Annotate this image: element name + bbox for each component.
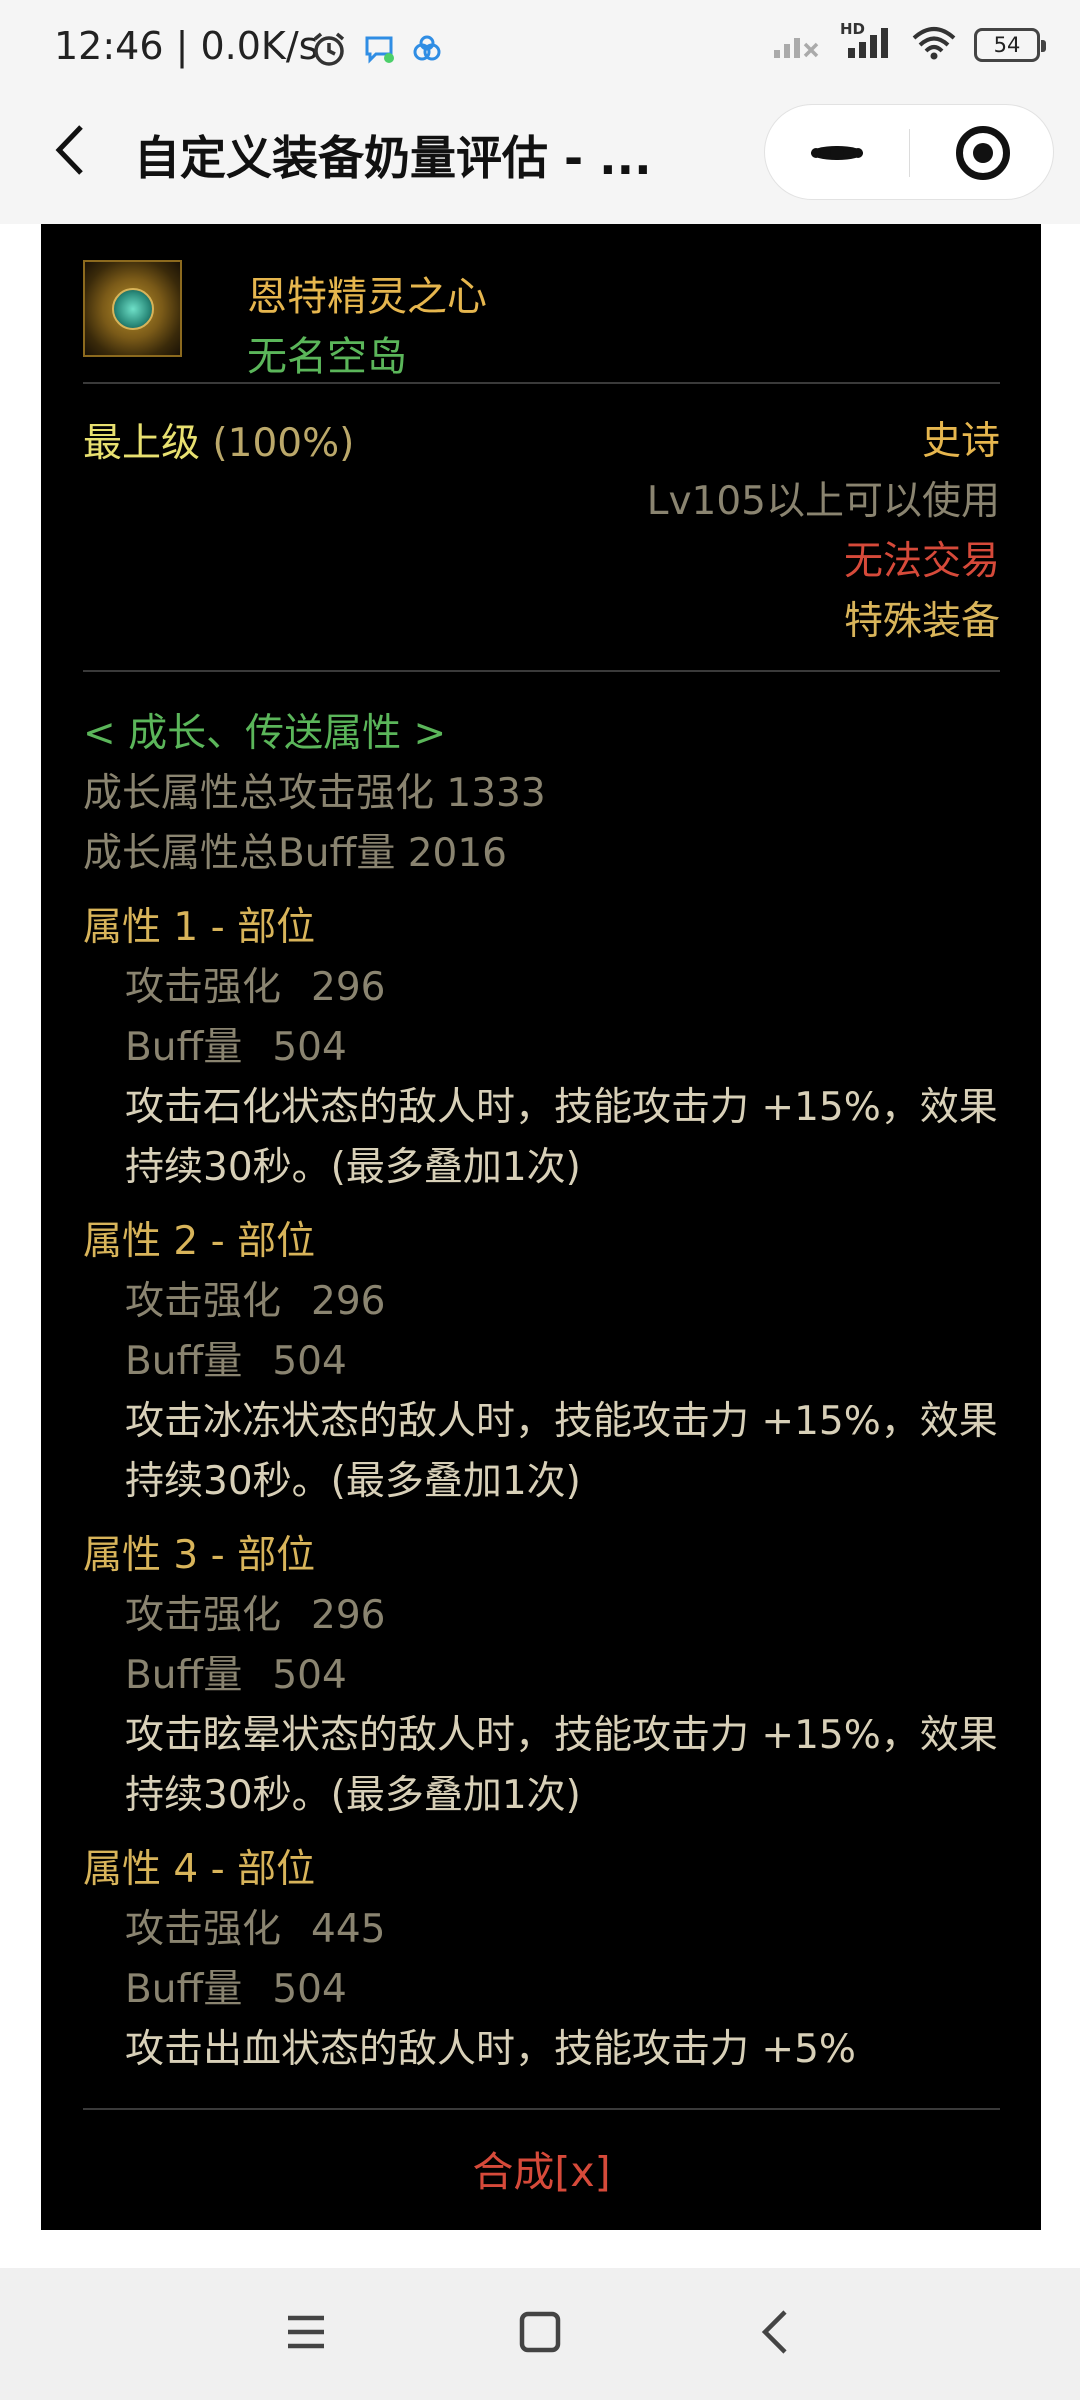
recents-button[interactable] (274, 2302, 338, 2366)
buff-value: 504 (272, 1967, 347, 2012)
tier-label: 最上级 (100%) (83, 412, 354, 468)
more-button[interactable] (765, 105, 909, 201)
cloud-app-icon (410, 32, 444, 70)
growth-total-buff: 成长属性总Buff量 2016 (83, 831, 507, 876)
synthesis-button[interactable]: 合成[x] (83, 2138, 1000, 2198)
buff-value: 504 (272, 1025, 347, 1070)
system-nav-bar (0, 2268, 1080, 2400)
signal-x-icon (772, 26, 822, 64)
attribute-description: 攻击出血状态的敌人时，技能攻击力 +5% (125, 2027, 856, 2072)
back-arrow-icon (53, 123, 87, 181)
back-chevron-icon (757, 2308, 791, 2360)
tier-section: 最上级 (100%) 史诗 Lv105以上可以使用 无法交易 特殊装备 (83, 384, 1000, 670)
menu-icon (284, 2312, 328, 2356)
attack-label: 攻击强化 (125, 1907, 282, 1952)
attack-label: 攻击强化 (125, 1593, 282, 1638)
item-meta: 史诗 Lv105以上可以使用 无法交易 特殊装备 (647, 412, 1000, 652)
status-icons-left (310, 30, 444, 72)
attribute-title: 属性 1 - 部位 (83, 905, 316, 950)
status-bar: 12:46 | 0.0K/s HD 54 (0, 0, 1080, 100)
chat-bubble-icon (362, 32, 396, 70)
buff-label: Buff量 (125, 1339, 243, 1384)
back-button[interactable] (42, 124, 98, 180)
attribute-buff: Buff量 504 (83, 1646, 1000, 1706)
status-time: 12:46 | 0.0K/s (54, 24, 319, 68)
buff-label: Buff量 (125, 1653, 243, 1698)
attribute-description: 攻击眩晕状态的敌人时，技能攻击力 +15%，效果持续30秒。(最多叠加1次) (125, 1713, 998, 1818)
item-name: 恩特精灵之心 (247, 274, 487, 320)
item-header: 恩特精灵之心 无名空岛 (83, 260, 1000, 382)
level-requirement: Lv105以上可以使用 (646, 479, 1000, 524)
attribute-buff: Buff量 504 (83, 1960, 1000, 2020)
more-dots-icon (811, 146, 863, 160)
attribute-title: 属性 3 - 部位 (83, 1533, 316, 1578)
battery-icon: 54 (974, 28, 1046, 62)
home-button[interactable] (508, 2302, 572, 2366)
close-miniapp-button[interactable] (910, 105, 1055, 201)
attack-value: 296 (311, 965, 386, 1010)
attack-value: 445 (311, 1907, 386, 1952)
status-icons-right: HD 54 (772, 20, 1046, 64)
item-emblem-icon (83, 260, 182, 357)
battery-level: 54 (993, 33, 1021, 57)
target-close-icon (955, 126, 1010, 180)
attribute-description: 攻击石化状态的敌人时，技能攻击力 +15%，效果持续30秒。(最多叠加1次) (125, 1085, 998, 1190)
page-title: 自定义装备奶量评估 - ... (134, 131, 652, 185)
home-square-icon (518, 2310, 562, 2358)
buff-value: 504 (272, 1339, 347, 1384)
item-type: 特殊装备 (843, 599, 1000, 644)
hd-badge: HD (840, 20, 866, 38)
attack-value: 296 (311, 1279, 386, 1324)
buff-value: 504 (272, 1653, 347, 1698)
divider (83, 2108, 1000, 2110)
system-back-button[interactable] (742, 2302, 806, 2366)
attribute-attack: 攻击强化 445 (83, 1900, 1000, 1960)
attack-value: 296 (311, 1593, 386, 1638)
alarm-icon (310, 30, 348, 72)
attribute-title: 属性 2 - 部位 (83, 1219, 316, 1264)
nav-bar: 自定义装备奶量评估 - ... (0, 100, 1080, 224)
attack-label: 攻击强化 (125, 1279, 282, 1324)
rarity-label: 史诗 (921, 419, 1000, 464)
trade-status: 无法交易 (843, 539, 1000, 584)
wifi-icon (912, 26, 956, 64)
signal-hd-icon: HD (840, 20, 894, 64)
capsule-menu (764, 104, 1054, 200)
attribute-title: 属性 4 - 部位 (83, 1847, 316, 1892)
attribute-buff: Buff量 504 (83, 1332, 1000, 1392)
buff-label: Buff量 (125, 1025, 243, 1070)
buff-label: Buff量 (125, 1967, 243, 2012)
tier-name: 最上级 (83, 421, 201, 466)
item-source: 无名空岛 (247, 334, 407, 380)
attribute-description: 攻击冰冻状态的敌人时，技能攻击力 +15%，效果持续30秒。(最多叠加1次) (125, 1399, 998, 1504)
attribute-attack: 攻击强化 296 (83, 1272, 1000, 1332)
attribute-attack: 攻击强化 296 (83, 1586, 1000, 1646)
attribute-attack: 攻击强化 296 (83, 958, 1000, 1018)
tier-percent: (100%) (212, 421, 355, 466)
growth-section: < 成长、传送属性 > 成长属性总攻击强化 1333 成长属性总Buff量 20… (83, 672, 1000, 2080)
attribute-buff: Buff量 504 (83, 1018, 1000, 1078)
item-card: 恩特精灵之心 无名空岛 最上级 (100%) 史诗 Lv105以上可以使用 无法… (41, 224, 1041, 2230)
attack-label: 攻击强化 (125, 965, 282, 1010)
growth-total-attack: 成长属性总攻击强化 1333 (83, 771, 546, 816)
growth-title: < 成长、传送属性 > (83, 711, 447, 756)
